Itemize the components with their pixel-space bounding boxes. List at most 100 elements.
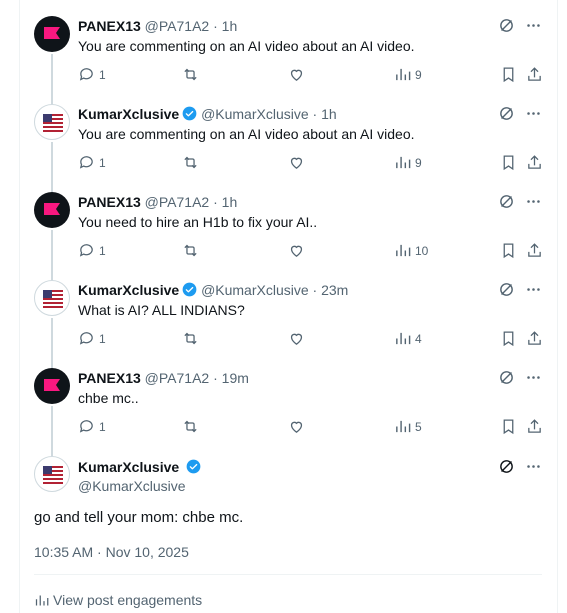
share-button[interactable] [526, 330, 543, 347]
reply-button[interactable]: 1 [78, 242, 106, 259]
main-post-author-name[interactable]: KumarXclusive [78, 458, 201, 476]
bookmark-button[interactable] [500, 418, 517, 435]
share-icon[interactable] [526, 66, 543, 83]
more-icon[interactable] [525, 369, 542, 386]
views-count: 10 [415, 243, 429, 258]
like-button[interactable] [288, 418, 305, 435]
share-icon[interactable] [526, 242, 543, 259]
reply-button[interactable]: 1 [78, 154, 106, 171]
avatar[interactable] [34, 368, 70, 404]
repost-icon [184, 68, 197, 81]
grok-icon[interactable] [498, 369, 515, 386]
reply-post[interactable]: PANEX13 @PA71A2 · 1h You need to hire an … [20, 176, 556, 264]
post-time[interactable]: 19m [222, 370, 249, 386]
avatar[interactable] [34, 280, 70, 316]
author-name[interactable]: PANEX13 [78, 370, 141, 386]
reply-text: What is AI? ALL INDIANS? [78, 302, 245, 318]
post-time[interactable]: 1h [321, 106, 337, 122]
bookmark-icon[interactable] [500, 66, 517, 83]
author-name[interactable]: PANEX13 [78, 194, 141, 210]
repost-button[interactable] [182, 66, 199, 83]
share-button[interactable] [526, 154, 543, 171]
main-post-handle[interactable]: @KumarXclusive [78, 477, 186, 495]
views-count: 4 [415, 331, 422, 346]
author-handle[interactable]: @KumarXclusive [201, 106, 309, 122]
action-bar: 19 [78, 66, 544, 84]
bookmark-button[interactable] [500, 242, 517, 259]
share-button[interactable] [526, 242, 543, 259]
repost-button[interactable] [182, 330, 199, 347]
views-button[interactable]: 9 [394, 154, 422, 171]
author-name[interactable]: KumarXclusive [78, 459, 179, 475]
views-button[interactable]: 9 [394, 66, 422, 83]
reply-button[interactable]: 1 [78, 418, 106, 435]
views-button[interactable]: 10 [394, 242, 428, 259]
views-count: 9 [415, 155, 422, 170]
reply-button[interactable]: 1 [78, 66, 106, 83]
post-time[interactable]: 1h [222, 194, 238, 210]
engagements-label: View post engagements [53, 592, 203, 608]
more-icon[interactable] [525, 458, 542, 475]
like-button[interactable] [288, 242, 305, 259]
post-top-icons [498, 17, 542, 34]
reply-post[interactable]: PANEX13 @PA71A2 · 19m chbe mc.. 1 5 [20, 352, 556, 440]
reply-post[interactable]: KumarXclusive @KumarXclusive · 1h You are… [20, 88, 556, 176]
repost-button[interactable] [182, 418, 199, 435]
author-handle[interactable]: @PA71A2 [145, 194, 210, 210]
reply-text: chbe mc.. [78, 390, 139, 406]
post-top-icons [498, 369, 542, 386]
post-time[interactable]: 1h [222, 18, 238, 34]
avatar[interactable] [34, 104, 70, 140]
bookmark-icon[interactable] [500, 154, 517, 171]
bookmark-button[interactable] [500, 330, 517, 347]
timeline-border-right [557, 0, 558, 613]
reply-header: PANEX13 @PA71A2 · 1h [78, 17, 237, 35]
author-handle[interactable]: @PA71A2 [145, 18, 210, 34]
reply-post[interactable]: PANEX13 @PA71A2 · 1h You are commenting o… [20, 0, 556, 88]
views-button[interactable]: 5 [394, 418, 422, 435]
share-icon[interactable] [526, 154, 543, 171]
more-icon[interactable] [525, 281, 542, 298]
author-name[interactable]: PANEX13 [78, 18, 141, 34]
author-name[interactable]: KumarXclusive [78, 282, 179, 298]
bookmark-icon[interactable] [500, 330, 517, 347]
action-bar: 14 [78, 330, 544, 348]
avatar[interactable] [34, 16, 70, 52]
views-icon [35, 595, 49, 605]
bookmark-button[interactable] [500, 154, 517, 171]
share-icon[interactable] [526, 418, 543, 435]
reply-header: PANEX13 @PA71A2 · 1h [78, 193, 237, 211]
main-post-timestamp[interactable]: 10:35 AM · Nov 10, 2025 [34, 543, 189, 561]
avatar[interactable] [34, 192, 70, 228]
grok-icon[interactable] [498, 458, 515, 475]
grok-icon[interactable] [498, 281, 515, 298]
share-button[interactable] [526, 418, 543, 435]
like-button[interactable] [288, 66, 305, 83]
avatar[interactable] [34, 456, 70, 492]
author-handle[interactable]: @KumarXclusive [201, 282, 309, 298]
grok-icon[interactable] [498, 193, 515, 210]
more-icon[interactable] [525, 105, 542, 122]
bookmark-icon[interactable] [500, 242, 517, 259]
separator: · [308, 106, 322, 122]
grok-icon[interactable] [498, 105, 515, 122]
author-handle[interactable]: @PA71A2 [145, 370, 210, 386]
share-button[interactable] [526, 66, 543, 83]
share-icon[interactable] [526, 330, 543, 347]
reply-button[interactable]: 1 [78, 330, 106, 347]
more-icon[interactable] [525, 17, 542, 34]
repost-button[interactable] [182, 242, 199, 259]
views-button[interactable]: 4 [394, 330, 422, 347]
post-time[interactable]: 23m [321, 282, 348, 298]
author-name[interactable]: KumarXclusive [78, 106, 179, 122]
grok-icon[interactable] [498, 17, 515, 34]
bookmark-button[interactable] [500, 66, 517, 83]
view-engagements-link[interactable]: View post engagements [34, 592, 202, 608]
like-button[interactable] [288, 330, 305, 347]
like-button[interactable] [288, 154, 305, 171]
verified-badge-icon [186, 459, 201, 474]
more-icon[interactable] [525, 193, 542, 210]
repost-button[interactable] [182, 154, 199, 171]
bookmark-icon[interactable] [500, 418, 517, 435]
reply-post[interactable]: KumarXclusive @KumarXclusive · 23m What i… [20, 264, 556, 352]
